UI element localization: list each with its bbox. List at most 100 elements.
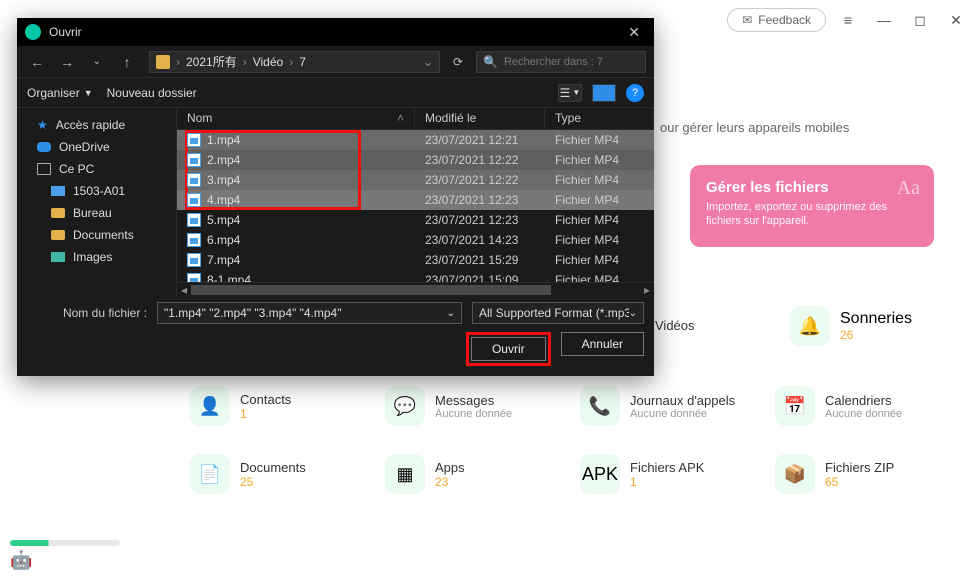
category-label: Fichiers ZIP bbox=[825, 460, 894, 475]
video-file-icon bbox=[187, 213, 201, 227]
category-item[interactable]: ▦ Apps 23 bbox=[385, 454, 560, 494]
category-count: 1 bbox=[240, 407, 291, 421]
video-file-icon bbox=[187, 193, 201, 207]
file-modified: 23/07/2021 12:23 bbox=[415, 213, 545, 227]
path-dropdown[interactable]: ⌄ bbox=[423, 55, 433, 69]
col-name[interactable]: Nom˄ bbox=[177, 108, 415, 129]
file-type: Fichier MP4 bbox=[545, 173, 654, 187]
category-item[interactable]: 📦 Fichiers ZIP 65 bbox=[775, 454, 950, 494]
file-row[interactable]: 6.mp4 23/07/2021 14:23 Fichier MP4 bbox=[177, 230, 654, 250]
category-icon: APK bbox=[580, 454, 620, 494]
category-item[interactable]: 📞 Journaux d'appels Aucune donnée bbox=[580, 386, 755, 426]
filter-value: All Supported Format (*.mp3;*. bbox=[479, 306, 629, 320]
file-row[interactable]: 8-1.mp4 23/07/2021 15:09 Fichier MP4 bbox=[177, 270, 654, 282]
horizontal-scrollbar[interactable]: ◂ ▸ bbox=[177, 282, 654, 296]
preview-pane-icon[interactable] bbox=[592, 84, 616, 102]
new-folder-button[interactable]: Nouveau dossier bbox=[107, 86, 197, 100]
tree-label: OneDrive bbox=[59, 140, 110, 154]
scroll-thumb[interactable] bbox=[191, 285, 551, 295]
recent-dropdown[interactable]: ⌄ bbox=[85, 50, 109, 74]
category-icon: 👤 bbox=[190, 386, 230, 426]
menu-icon[interactable]: ≡ bbox=[834, 6, 862, 34]
file-modified: 23/07/2021 12:22 bbox=[415, 173, 545, 187]
tree-item[interactable]: Images bbox=[17, 246, 176, 268]
tree-item[interactable]: 1503-A01 bbox=[17, 180, 176, 202]
scroll-right-icon[interactable]: ▸ bbox=[640, 283, 654, 297]
tree-item[interactable]: ★Accès rapide bbox=[17, 114, 176, 136]
tree-label: Bureau bbox=[73, 206, 112, 220]
col-modified[interactable]: Modifié le bbox=[415, 108, 545, 129]
category-icon: 📄 bbox=[190, 454, 230, 494]
category-item[interactable]: 📅 Calendriers Aucune donnée bbox=[775, 386, 950, 426]
up-button[interactable]: ↑ bbox=[115, 50, 139, 74]
category-item[interactable]: 💬 Messages Aucune donnée bbox=[385, 386, 560, 426]
category-item[interactable]: 👤 Contacts 1 bbox=[190, 386, 365, 426]
file-row[interactable]: 5.mp4 23/07/2021 12:23 Fichier MP4 bbox=[177, 210, 654, 230]
nav-tree: ★Accès rapide OneDrive Ce PC1503-A01 Bureau… bbox=[17, 108, 177, 296]
app-logo-icon bbox=[25, 24, 41, 40]
search-box[interactable]: 🔍 bbox=[476, 51, 646, 73]
category-item[interactable]: 📄 Documents 25 bbox=[190, 454, 365, 494]
tree-item[interactable]: OneDrive bbox=[17, 136, 176, 158]
video-file-icon bbox=[187, 273, 201, 282]
file-type: Fichier MP4 bbox=[545, 193, 654, 207]
tree-item[interactable]: Ce PC bbox=[17, 158, 176, 180]
maximize-button[interactable]: ◻ bbox=[906, 6, 934, 34]
dialog-footer: Nom du fichier : "1.mp4" "2.mp4" "3.mp4"… bbox=[17, 296, 654, 376]
filetype-filter[interactable]: All Supported Format (*.mp3;*. ⌄ bbox=[472, 302, 644, 324]
organize-menu[interactable]: Organiser▼ bbox=[27, 86, 93, 100]
category-count: 26 bbox=[840, 328, 912, 342]
col-type[interactable]: Type bbox=[545, 108, 654, 129]
file-name: 7.mp4 bbox=[207, 253, 240, 267]
close-button[interactable]: ✕ bbox=[942, 6, 970, 34]
manage-files-card[interactable]: Gérer les fichiers Importez, exportez ou… bbox=[690, 165, 934, 247]
progress-strip bbox=[0, 540, 130, 550]
filename-combo[interactable]: "1.mp4" "2.mp4" "3.mp4" "4.mp4" ⌄ bbox=[157, 302, 462, 324]
breadcrumb[interactable]: › 2021所有 › Vidéo › 7 ⌄ bbox=[149, 51, 440, 73]
file-row[interactable]: 7.mp4 23/07/2021 15:29 Fichier MP4 bbox=[177, 250, 654, 270]
mail-icon: ✉ bbox=[742, 13, 752, 27]
file-row[interactable]: 3.mp4 23/07/2021 12:22 Fichier MP4 bbox=[177, 170, 654, 190]
file-row[interactable]: 1.mp4 23/07/2021 12:21 Fichier MP4 bbox=[177, 130, 654, 150]
file-list[interactable]: 1.mp4 23/07/2021 12:21 Fichier MP42.mp4 … bbox=[177, 130, 654, 282]
category-nodata: Aucune donnée bbox=[435, 408, 512, 420]
feedback-label: Feedback bbox=[758, 13, 811, 27]
category-label: Fichiers APK bbox=[630, 460, 704, 475]
tree-item[interactable]: Documents bbox=[17, 224, 176, 246]
scroll-left-icon[interactable]: ◂ bbox=[177, 283, 191, 297]
dialog-close-button[interactable]: ✕ bbox=[622, 24, 646, 41]
category-label: Documents bbox=[240, 460, 306, 475]
dialog-titlebar: Ouvrir ✕ bbox=[17, 18, 654, 46]
file-row[interactable]: 4.mp4 23/07/2021 12:23 Fichier MP4 bbox=[177, 190, 654, 210]
view-details-icon[interactable]: ☰▼ bbox=[558, 84, 582, 102]
folder-icon bbox=[156, 55, 170, 69]
file-row[interactable]: 2.mp4 23/07/2021 12:22 Fichier MP4 bbox=[177, 150, 654, 170]
feedback-button[interactable]: ✉ Feedback bbox=[727, 8, 826, 32]
back-button[interactable]: ← bbox=[25, 50, 49, 74]
help-icon[interactable]: ? bbox=[626, 84, 644, 102]
path-seg[interactable]: Vidéo bbox=[253, 55, 283, 69]
search-input[interactable] bbox=[504, 56, 639, 68]
file-modified: 23/07/2021 12:21 bbox=[415, 133, 545, 147]
dialog-title: Ouvrir bbox=[49, 25, 82, 39]
tree-item[interactable]: Bureau bbox=[17, 202, 176, 224]
cancel-button[interactable]: Annuler bbox=[561, 332, 644, 356]
forward-button[interactable]: → bbox=[55, 50, 79, 74]
open-button[interactable]: Ouvrir bbox=[471, 337, 546, 361]
path-seg[interactable]: 2021所有 bbox=[186, 53, 237, 70]
category-count: 25 bbox=[240, 475, 306, 489]
dialog-body: ★Accès rapide OneDrive Ce PC1503-A01 Bureau… bbox=[17, 108, 654, 296]
file-name: 8-1.mp4 bbox=[207, 273, 251, 282]
refresh-button[interactable]: ⟳ bbox=[446, 55, 470, 69]
tree-label: Images bbox=[73, 250, 112, 264]
file-type: Fichier MP4 bbox=[545, 233, 654, 247]
category-count: 1 bbox=[630, 475, 704, 489]
category-sonneries[interactable]: 🔔 Sonneries 26 bbox=[790, 306, 912, 346]
dialog-nav: ← → ⌄ ↑ › 2021所有 › Vidéo › 7 ⌄ ⟳ 🔍 bbox=[17, 46, 654, 78]
file-name: 2.mp4 bbox=[207, 153, 240, 167]
category-item[interactable]: APK Fichiers APK 1 bbox=[580, 454, 755, 494]
file-type: Fichier MP4 bbox=[545, 273, 654, 282]
chevron-icon: › bbox=[176, 55, 180, 69]
path-seg[interactable]: 7 bbox=[299, 55, 306, 69]
minimize-button[interactable]: — bbox=[870, 6, 898, 34]
